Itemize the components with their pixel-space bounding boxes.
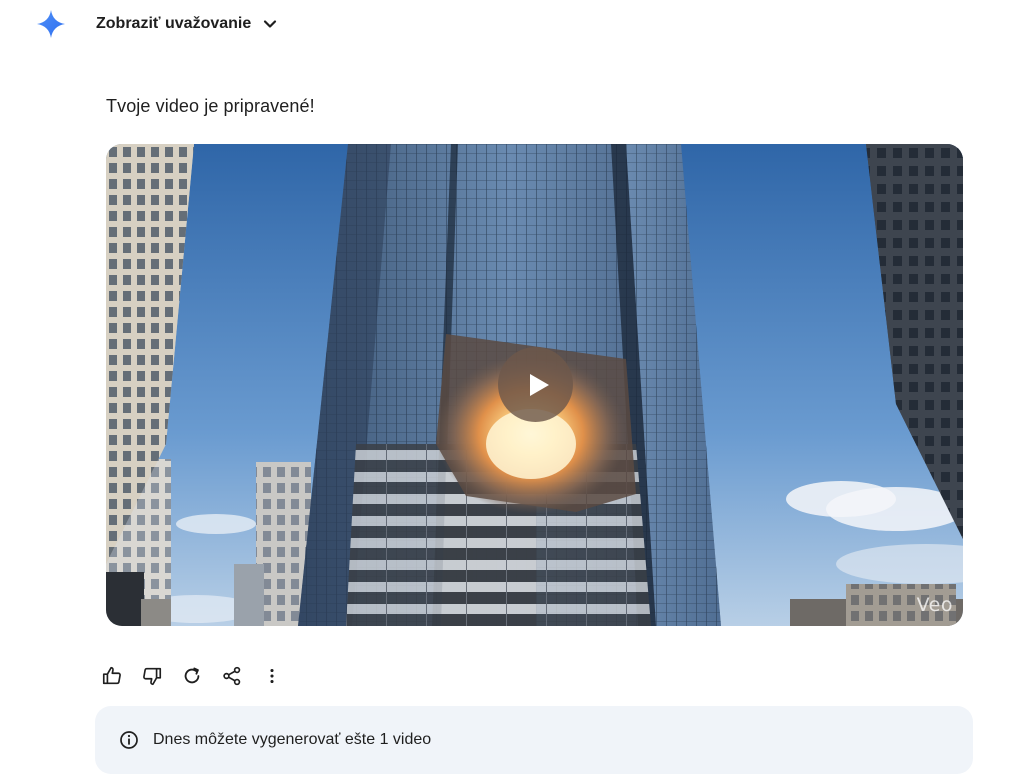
chevron-down-icon	[264, 20, 277, 28]
thumbs-up-icon	[102, 666, 121, 685]
response-actions	[94, 662, 290, 690]
bad-response-button[interactable]	[134, 662, 170, 690]
show-thinking-label: Zobraziť uvažovanie	[96, 15, 252, 32]
share-icon	[223, 666, 241, 686]
regenerate-icon	[184, 667, 200, 684]
response-message: Tvoje video je pripravené!	[106, 96, 315, 116]
gemini-spark-icon	[37, 10, 65, 38]
thumbs-down-icon	[143, 667, 162, 686]
good-response-button[interactable]	[94, 662, 130, 690]
regenerate-button[interactable]	[174, 662, 210, 690]
more-vert-icon	[270, 668, 274, 684]
show-thinking-toggle[interactable]: Zobraziť uvažovanie	[96, 15, 279, 33]
quota-notice: Dnes môžete vygenerovať ešte 1 video	[95, 706, 973, 774]
veo-watermark: Veo	[916, 594, 953, 616]
play-icon	[529, 373, 549, 396]
share-button[interactable]	[214, 662, 250, 690]
info-icon	[120, 731, 138, 749]
response-header: Zobraziť uvažovanie	[36, 8, 279, 40]
play-button[interactable]	[498, 347, 573, 422]
video-player[interactable]: Veo	[106, 144, 963, 626]
quota-notice-text: Dnes môžete vygenerovať ešte 1 video	[153, 731, 432, 748]
more-options-button[interactable]	[254, 662, 290, 690]
